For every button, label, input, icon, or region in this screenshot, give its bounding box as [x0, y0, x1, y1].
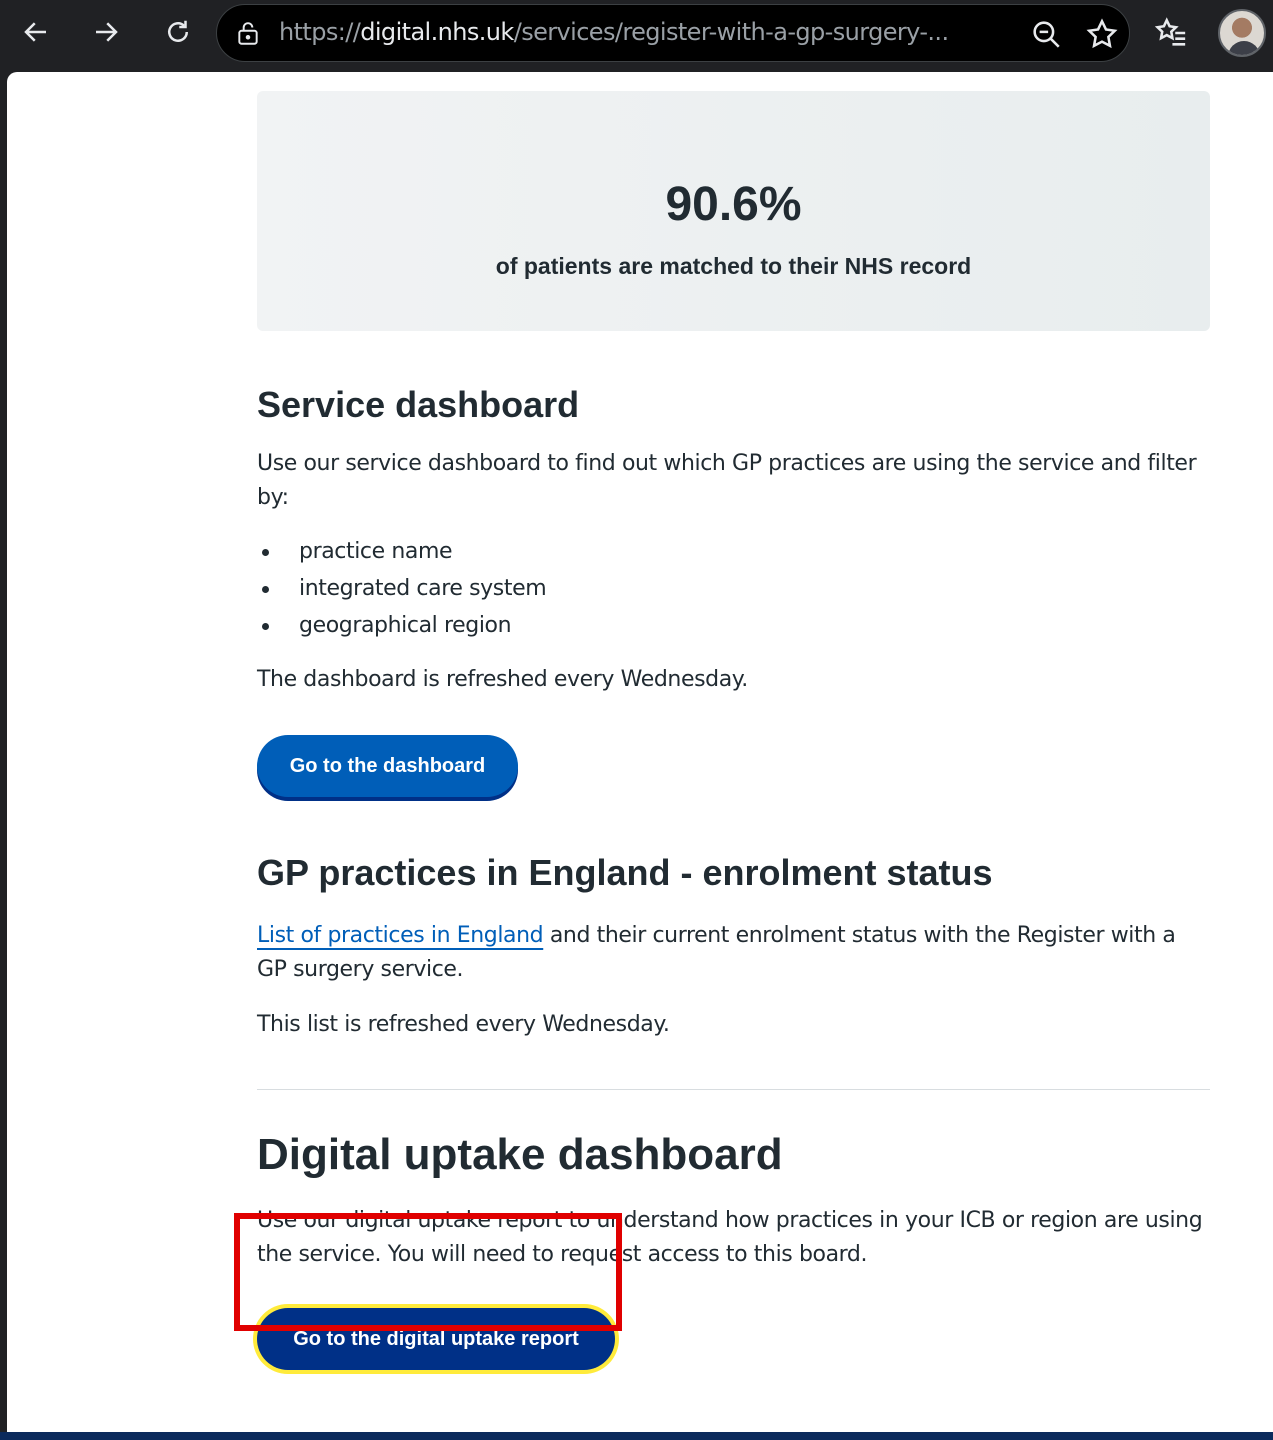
- back-arrow-icon[interactable]: [14, 10, 58, 54]
- stat-label: of patients are matched to their NHS rec…: [495, 253, 972, 279]
- list-item: practice name: [257, 533, 546, 570]
- digital-uptake-intro: Use our digital uptake report to underst…: [257, 1208, 1203, 1267]
- enrolment-heading: GP practices in England - enrolment stat…: [257, 852, 993, 893]
- stat-value: 90.6%: [665, 178, 802, 231]
- browser-toolbar: https://digital.nhs.uk/services/register…: [0, 0, 1273, 70]
- enrolment-description: List of practices in England and their c…: [257, 919, 1210, 987]
- page-viewport: 90.6% of patients are matched to their N…: [7, 72, 1273, 1432]
- site-info-icon[interactable]: [235, 21, 261, 47]
- reload-icon[interactable]: [156, 10, 200, 54]
- practices-list-link[interactable]: List of practices in England: [257, 923, 544, 948]
- favorites-icon[interactable]: [1154, 16, 1188, 50]
- go-to-digital-uptake-report-button[interactable]: Go to the digital uptake report: [257, 1308, 615, 1370]
- list-item: geographical region: [257, 607, 546, 644]
- forward-arrow-icon[interactable]: [84, 10, 128, 54]
- bookmark-star-icon[interactable]: [1085, 17, 1119, 51]
- digital-uptake-heading: Digital uptake dashboard: [257, 1130, 783, 1179]
- list-item: integrated care system: [257, 570, 547, 607]
- section-divider: [257, 1089, 1210, 1090]
- url-text: https://digital.nhs.uk/services/register…: [279, 18, 949, 46]
- address-bar[interactable]: https://digital.nhs.uk/services/register…: [216, 4, 1130, 62]
- go-to-dashboard-button[interactable]: Go to the dashboard: [257, 735, 518, 797]
- profile-avatar[interactable]: [1218, 9, 1266, 57]
- filter-list: practice name integrated care system geo…: [257, 533, 547, 644]
- dashboard-refresh-note: The dashboard is refreshed every Wednesd…: [257, 667, 748, 692]
- stat-panel: 90.6% of patients are matched to their N…: [257, 91, 1210, 331]
- service-dashboard-intro: Use our service dashboard to find out wh…: [257, 451, 1197, 510]
- service-dashboard-heading: Service dashboard: [257, 384, 580, 425]
- list-refresh-note: This list is refreshed every Wednesday.: [257, 1012, 670, 1037]
- bottom-edge: [0, 1432, 1273, 1440]
- zoom-icon[interactable]: [1029, 17, 1063, 51]
